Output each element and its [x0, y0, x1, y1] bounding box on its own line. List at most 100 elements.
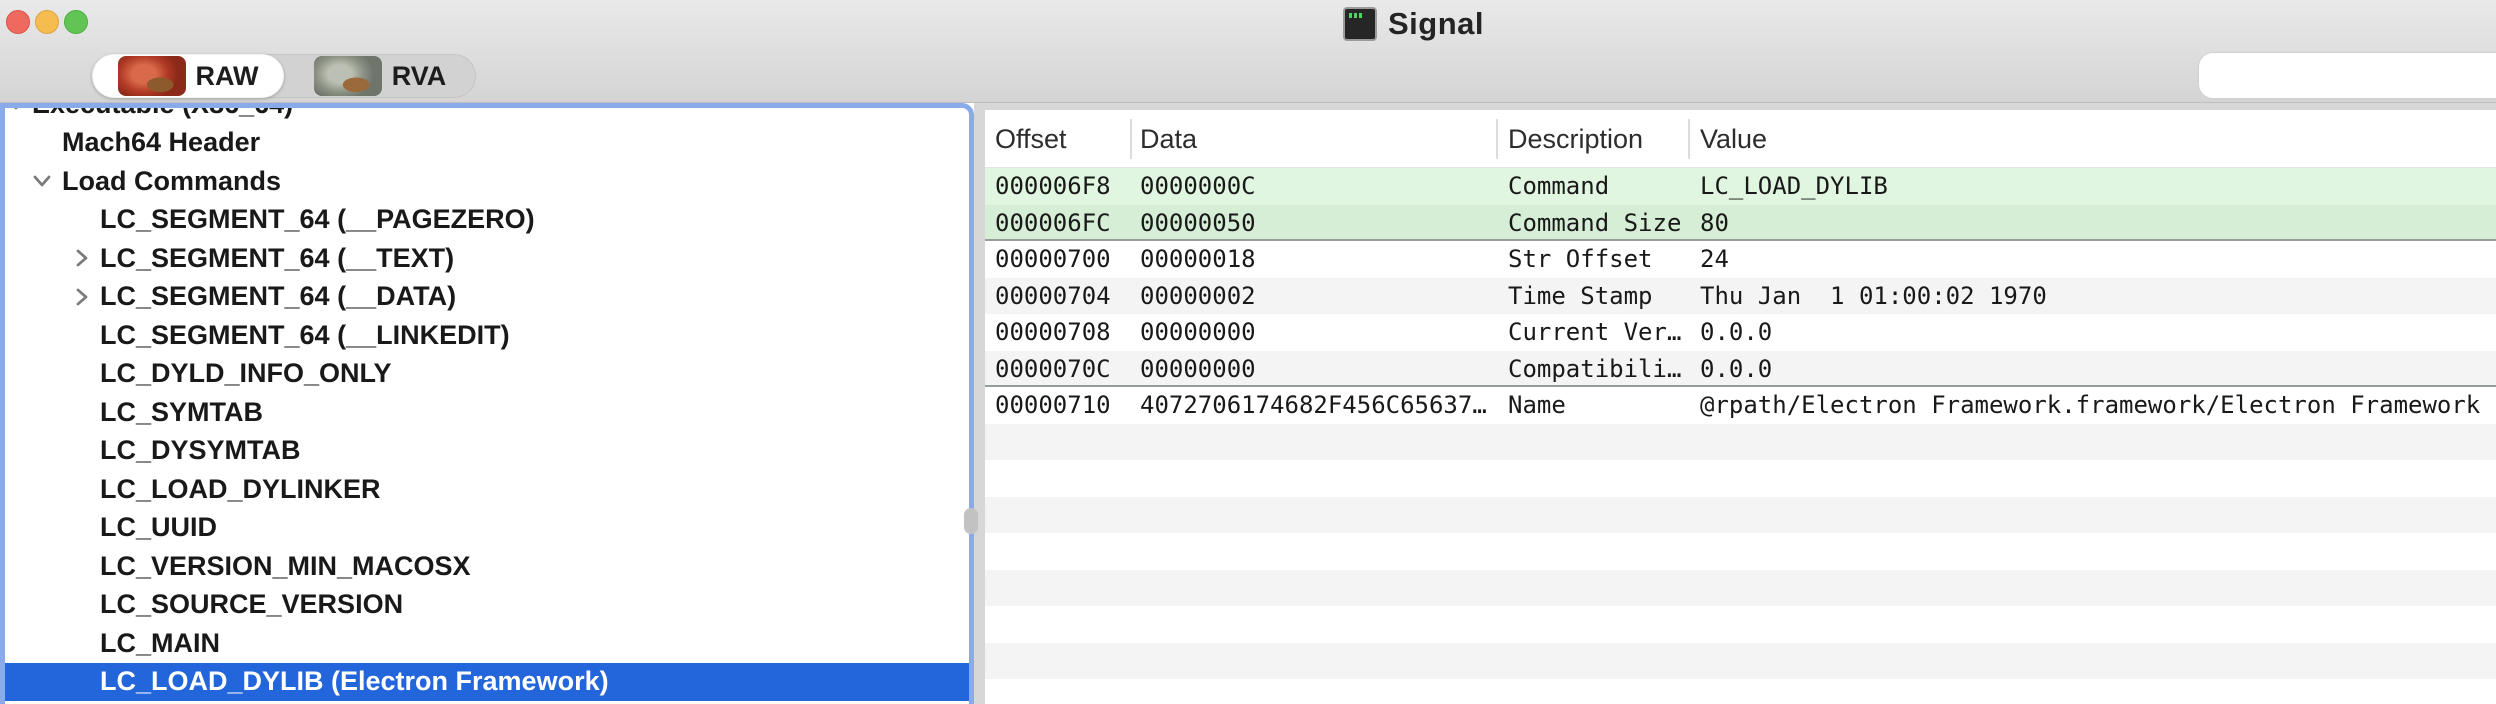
cell-description: Current Ver…	[1508, 314, 1681, 351]
search-field[interactable]	[2198, 52, 2496, 99]
apple-red-icon	[118, 56, 186, 96]
sidebar-item-label: LC_VERSION_MIN_MACOSX	[100, 551, 471, 582]
sidebar-item-label: LC_UUID	[100, 512, 217, 543]
sidebar-item-lc-segment-64-text[interactable]: LC_SEGMENT_64 (__TEXT)	[0, 239, 974, 278]
empty-table-row	[985, 679, 2496, 704]
zoom-button[interactable]	[64, 10, 88, 34]
detail-table-pane: OffsetDataDescriptionValue 000006F800000…	[985, 110, 2496, 704]
sidebar-tree: Executable (X86_64) Mach64 Header Load Com…	[0, 103, 974, 701]
sidebar-item-lc-symtab[interactable]: LC_SYMTAB	[0, 393, 974, 432]
cell-value: Thu Jan 1 01:00:02 1970	[1700, 278, 2047, 315]
sidebar-item-lc-load-dylinker[interactable]: LC_LOAD_DYLINKER	[0, 470, 974, 509]
cell-description: Command	[1508, 168, 1609, 205]
raw-rva-segmented-control: RAW RVA	[92, 54, 476, 98]
column-header-data[interactable]: Data	[1140, 110, 1197, 168]
empty-table-row	[985, 533, 2496, 570]
table-row[interactable]: 00000700 00000018 Str Offset 24	[985, 241, 2496, 278]
cell-value: @rpath/Electron Framework.framework/Elec…	[1700, 387, 2480, 424]
sidebar-item-load-commands[interactable]: Load Commands	[0, 162, 974, 201]
cell-offset: 00000704	[995, 278, 1111, 315]
sidebar-item-label: LC_SEGMENT_64 (__DATA)	[100, 281, 456, 312]
empty-table-row	[985, 643, 2496, 680]
cell-value: 24	[1700, 241, 1729, 278]
sidebar-item-lc-segment-64-data[interactable]: LC_SEGMENT_64 (__DATA)	[0, 278, 974, 317]
cell-offset: 00000700	[995, 241, 1111, 278]
sidebar-item-label: LC_DYSYMTAB	[100, 435, 301, 466]
cell-data: 00000000	[1140, 351, 1256, 388]
cell-value: LC_LOAD_DYLIB	[1700, 168, 1888, 205]
sidebar-item-lc-version-min-macosx[interactable]: LC_VERSION_MIN_MACOSX	[0, 547, 974, 586]
cell-data: 0000000C	[1140, 168, 1256, 205]
table-row[interactable]: 000006FC00000050Command Size80	[985, 205, 2496, 242]
empty-table-row	[985, 497, 2496, 534]
chevron-down-icon[interactable]	[4, 103, 28, 116]
cell-description: Command Size	[1508, 205, 1681, 242]
sidebar-item-label: LC_DYLD_INFO_ONLY	[100, 358, 392, 389]
sidebar-scrollbar-thumb[interactable]	[964, 508, 978, 534]
sidebar-item-label: Executable (X86_64)	[32, 103, 293, 120]
chevron-down-icon[interactable]	[30, 169, 54, 193]
cell-offset: 00000708	[995, 314, 1111, 351]
cell-value: 0.0.0	[1700, 314, 1772, 351]
empty-table-row	[985, 606, 2496, 643]
sidebar-item-executable-x86-64[interactable]: Executable (X86_64)	[0, 103, 974, 124]
sidebar-item-lc-dyld-info-only[interactable]: LC_DYLD_INFO_ONLY	[0, 355, 974, 394]
sidebar-item-label: Load Commands	[62, 166, 281, 197]
sidebar-item-mach64-header[interactable]: Mach64 Header	[0, 124, 974, 163]
table-row[interactable]: 0000070C 00000000 Compatibili… 0.0.0	[985, 351, 2496, 388]
apple-gray-icon	[314, 56, 382, 96]
cell-description: Name	[1508, 387, 1566, 424]
window-title: Signal	[1388, 6, 1484, 42]
segment-rva[interactable]: RVA	[284, 54, 476, 98]
window-title-group: Signal	[1343, 6, 1484, 42]
cell-description: Compatibili…	[1508, 351, 1681, 388]
sidebar-item-lc-source-version[interactable]: LC_SOURCE_VERSION	[0, 586, 974, 625]
table-row[interactable]: 000007104072706174682F456C65637…Name@rpa…	[985, 387, 2496, 424]
column-header-value[interactable]: Value	[1700, 110, 1767, 168]
search-input[interactable]	[2219, 60, 2496, 91]
sidebar-item-label: LC_SEGMENT_64 (__LINKEDIT)	[100, 320, 510, 351]
cell-description: Str Offset	[1508, 241, 1653, 278]
cell-offset: 000006F8	[995, 168, 1111, 205]
cell-value: 0.0.0	[1700, 351, 1772, 388]
cell-offset: 0000070C	[995, 351, 1111, 388]
empty-table-row	[985, 424, 2496, 461]
sidebar-item-label: LC_SOURCE_VERSION	[100, 589, 403, 620]
cell-value: 80	[1700, 205, 1729, 242]
app-window: Executable (X86_64) Mach64 Header Load Com…	[0, 0, 2496, 704]
sidebar-item-lc-load-dylib-electron-framework[interactable]: LC_LOAD_DYLIB (Electron Framework)	[0, 663, 974, 702]
sidebar-item-label: LC_SEGMENT_64 (__PAGEZERO)	[100, 204, 535, 235]
cell-data: 00000000	[1140, 314, 1256, 351]
column-header-description[interactable]: Description	[1508, 110, 1643, 168]
chevron-right-icon[interactable]	[70, 246, 94, 270]
chevron-right-icon[interactable]	[70, 285, 94, 309]
table-row[interactable]: 000006F8 0000000C Command LC_LOAD_DYLIB	[985, 168, 2496, 205]
column-header-offset[interactable]: Offset	[995, 110, 1067, 168]
segment-raw[interactable]: RAW	[92, 54, 284, 98]
sidebar-item-label: Mach64 Header	[62, 127, 260, 158]
empty-table-row	[985, 460, 2496, 497]
sidebar-item-label: LC_LOAD_DYLIB (Electron Framework)	[100, 666, 609, 697]
empty-table-row	[985, 570, 2496, 607]
table-body: 000006F80000000CCommandLC_LOAD_DYLIB0000…	[985, 168, 2496, 704]
sidebar-item-lc-segment-64-linkedit[interactable]: LC_SEGMENT_64 (__LINKEDIT)	[0, 316, 974, 355]
sidebar-item-lc-dysymtab[interactable]: LC_DYSYMTAB	[0, 432, 974, 471]
close-button[interactable]	[6, 10, 30, 34]
table-row[interactable]: 00000704 00000002 Time Stamp Thu Jan 1 01:0…	[985, 278, 2496, 315]
cell-data: 00000002	[1140, 278, 1256, 315]
cell-offset: 000006FC	[995, 205, 1111, 242]
table-header: Offset Data Description Value	[985, 110, 2496, 168]
table-row[interactable]: 00000708 00000000 Current Ver… 0.0.0	[985, 314, 2496, 351]
sidebar-item-label: LC_SEGMENT_64 (__TEXT)	[100, 243, 454, 274]
sidebar-item-lc-uuid[interactable]: LC_UUID	[0, 509, 974, 548]
sidebar-outline: Executable (X86_64) Mach64 Header Load Com…	[0, 103, 974, 704]
sidebar-item-lc-segment-64-pagezero[interactable]: LC_SEGMENT_64 (__PAGEZERO)	[0, 201, 974, 240]
minimize-button[interactable]	[35, 10, 59, 34]
sidebar-item-lc-main[interactable]: LC_MAIN	[0, 624, 974, 663]
cell-data: 00000018	[1140, 241, 1256, 278]
column-separator	[1496, 119, 1498, 159]
titlebar: Signal RAW RVA	[0, 0, 2496, 103]
cell-description: Time Stamp	[1508, 278, 1653, 315]
segment-raw-label: RAW	[196, 61, 259, 92]
cell-offset: 00000710	[995, 387, 1111, 424]
